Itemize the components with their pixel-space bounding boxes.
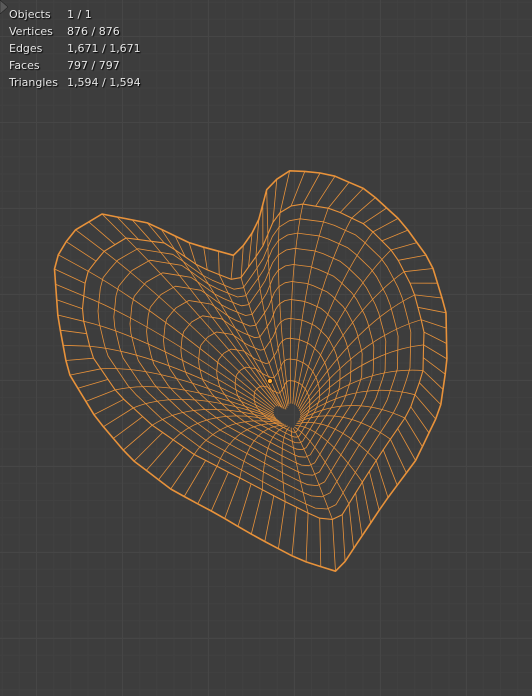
- mesh-rim-edge[interactable]: [112, 416, 144, 439]
- mesh-rim-edge[interactable]: [417, 306, 447, 314]
- mesh-rim-edge[interactable]: [422, 370, 444, 390]
- mesh-rim-edge[interactable]: [57, 254, 89, 272]
- mesh-rim-edge[interactable]: [418, 382, 442, 405]
- mesh-rim-edge[interactable]: [375, 460, 389, 498]
- mesh-rim-edge[interactable]: [59, 329, 88, 335]
- mesh-rim-edge[interactable]: [210, 471, 229, 512]
- mesh-rim-edge[interactable]: [362, 207, 388, 224]
- mesh-rim-edge[interactable]: [390, 242, 418, 251]
- mesh-rim-edge[interactable]: [368, 470, 380, 511]
- mesh-flow-edge[interactable]: [297, 249, 392, 408]
- mesh-rim-edge[interactable]: [85, 389, 116, 402]
- mesh-rim-edge[interactable]: [183, 460, 206, 497]
- mesh-rim-edge[interactable]: [305, 512, 309, 563]
- mesh-rim-edge[interactable]: [122, 424, 153, 451]
- mesh-rim-edge[interactable]: [188, 242, 197, 265]
- object-origin-icon[interactable]: [266, 377, 273, 384]
- mesh-rim-edge[interactable]: [237, 483, 252, 527]
- mesh-rim-edge[interactable]: [341, 514, 346, 562]
- mesh-rim-edge[interactable]: [240, 245, 244, 278]
- mesh-rim-edge[interactable]: [302, 172, 321, 205]
- mesh-rim-edge[interactable]: [410, 406, 430, 434]
- mesh-rim-edge[interactable]: [423, 344, 448, 360]
- mesh-rim-edge[interactable]: [372, 218, 399, 233]
- mesh-flow-edge[interactable]: [255, 256, 288, 408]
- mesh-rim-edge[interactable]: [327, 181, 350, 209]
- mesh-rim-edge[interactable]: [65, 357, 94, 361]
- mesh-rim-edge[interactable]: [224, 477, 241, 519]
- mesh-flow-edge[interactable]: [83, 295, 274, 411]
- mesh-rim-edge[interactable]: [390, 438, 407, 474]
- mesh-rim-edge[interactable]: [272, 178, 278, 223]
- mesh-rim-edge[interactable]: [397, 428, 416, 461]
- mesh-rim-edge[interactable]: [404, 417, 423, 448]
- mesh-flow-edge[interactable]: [151, 240, 280, 407]
- mesh-rim-edge[interactable]: [420, 319, 447, 329]
- mesh-rim-edge[interactable]: [62, 344, 91, 347]
- mesh-rim-edge[interactable]: [54, 268, 86, 284]
- mesh-rim-edge[interactable]: [56, 299, 83, 310]
- mesh-rim-edge[interactable]: [77, 379, 109, 389]
- mesh-edges[interactable]: [53, 170, 448, 572]
- mesh-loop[interactable]: [113, 232, 399, 498]
- mesh-rim-edge[interactable]: [55, 283, 85, 297]
- mesh-rim-edge[interactable]: [290, 171, 306, 207]
- mesh-rim-edge[interactable]: [88, 221, 116, 245]
- mesh-flow-edge[interactable]: [174, 249, 281, 408]
- mesh-rim-edge[interactable]: [278, 501, 286, 550]
- mesh-rim-edge[interactable]: [332, 519, 336, 572]
- mesh-rim-edge[interactable]: [423, 331, 447, 344]
- mesh-flow-edge[interactable]: [297, 415, 391, 440]
- mesh-flow-edge[interactable]: [277, 212, 290, 405]
- mesh-rim-edge[interactable]: [355, 492, 363, 537]
- mesh-rim-edge[interactable]: [266, 189, 269, 235]
- mesh-rim-edge[interactable]: [381, 229, 409, 242]
- heart-mesh-wireframe[interactable]: [0, 0, 532, 696]
- mesh-rim-edge[interactable]: [279, 170, 291, 213]
- mesh-rim-edge[interactable]: [397, 254, 427, 261]
- 3d-viewport[interactable]: Objects 1 / 1 Vertices 876 / 876 Edges 1…: [0, 0, 532, 696]
- mesh-flow-edge[interactable]: [125, 237, 277, 407]
- mesh-rim-edge[interactable]: [315, 175, 336, 207]
- mesh-rim-edge[interactable]: [414, 294, 443, 299]
- mesh-flow-edge[interactable]: [83, 320, 274, 413]
- mesh-rim-edge[interactable]: [197, 465, 218, 505]
- mesh-rim-edge[interactable]: [291, 506, 297, 557]
- mesh-rim-edge[interactable]: [230, 254, 234, 280]
- mesh-rim-edge[interactable]: [339, 188, 364, 213]
- mesh-rim-edge[interactable]: [414, 394, 437, 420]
- mesh-flow-edge[interactable]: [296, 422, 377, 461]
- mesh-rim-edge[interactable]: [403, 268, 434, 273]
- mesh-rim-edge[interactable]: [103, 407, 134, 428]
- mesh-rim-edge[interactable]: [65, 241, 97, 262]
- mesh-flow-edge[interactable]: [218, 274, 285, 410]
- mesh-flow-edge[interactable]: [295, 425, 363, 483]
- mesh-rim-edge[interactable]: [93, 398, 125, 415]
- mesh-rim-edge[interactable]: [75, 229, 105, 252]
- mesh-flow-edge[interactable]: [103, 250, 276, 408]
- mesh-flow-edge[interactable]: [239, 424, 287, 479]
- mesh-rim-edge[interactable]: [218, 250, 220, 275]
- mesh-flow-edge[interactable]: [172, 415, 281, 441]
- mesh-rim-edge[interactable]: [203, 246, 208, 271]
- mesh-flow-edge[interactable]: [87, 270, 274, 409]
- mesh-rim-edge[interactable]: [69, 368, 102, 376]
- mesh-rim-edge[interactable]: [319, 517, 322, 567]
- mesh-rim-edge[interactable]: [250, 489, 263, 535]
- mesh-rim-edge[interactable]: [348, 503, 354, 549]
- mesh-rim-edge[interactable]: [264, 495, 275, 542]
- mesh-flow-edge[interactable]: [298, 405, 406, 421]
- mesh-outer-boundary[interactable]: [53, 170, 448, 572]
- mesh-rim-edge[interactable]: [422, 357, 446, 375]
- mesh-rim-edge[interactable]: [351, 197, 376, 219]
- mesh-rim-edge[interactable]: [57, 314, 85, 322]
- mesh-rim-edge[interactable]: [362, 481, 372, 524]
- mesh-flow-edge[interactable]: [262, 425, 288, 491]
- mesh-rim-edge[interactable]: [382, 449, 398, 486]
- mesh-flow-edge[interactable]: [193, 420, 283, 455]
